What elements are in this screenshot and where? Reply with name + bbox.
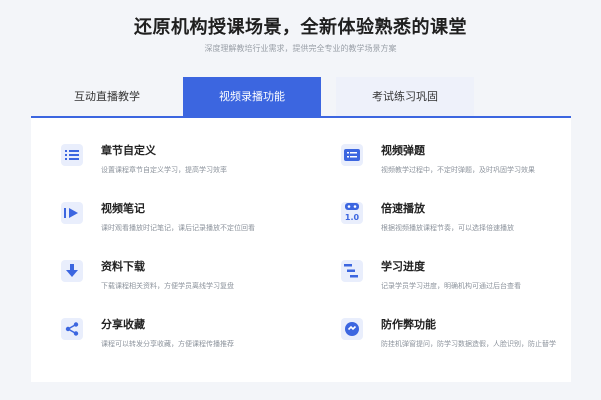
feature-title: 学习进度 xyxy=(381,260,425,273)
tab-live-teaching[interactable]: 互动直播教学 xyxy=(31,77,183,117)
feature-desc: 课时观看播放时记笔记，课后记录播放不定位回看 xyxy=(101,224,255,232)
feature-desc: 视频教学过程中，不定时弹题，及时巩固学习效果 xyxy=(381,166,535,174)
tab-exam-practice[interactable]: 考试练习巩固 xyxy=(336,77,474,117)
feature-desc: 记录学员学习进度，明确机构可通过后台查看 xyxy=(381,282,521,290)
feature-panel: 章节自定义 设置课程章节自定义学习，提高学习效率 视频弹题 视频教学过程中，不定… xyxy=(31,118,571,382)
feature-learning-progress: 学习进度 记录学员学习进度，明确机构可通过后台查看 xyxy=(341,256,581,306)
feature-title: 视频笔记 xyxy=(101,202,145,215)
feature-tabs: 互动直播教学 视频录播功能 考试练习巩固 xyxy=(31,77,571,117)
feature-desc: 根据视频播放课程节奏，可以选择倍速播放 xyxy=(381,224,514,232)
feature-video-notes: 视频笔记 课时观看播放时记笔记，课后记录播放不定位回看 xyxy=(61,198,301,248)
tab-video-recording[interactable]: 视频录播功能 xyxy=(183,77,321,117)
page-subtitle: 深度理解教培行业需求，提供完全专业的教学场景方案 xyxy=(204,44,397,53)
feature-title: 资料下载 xyxy=(101,260,145,273)
page-title: 还原机构授课场景，全新体验熟悉的课堂 xyxy=(134,17,467,38)
feature-desc: 设置课程章节自定义学习，提高学习效率 xyxy=(101,166,227,174)
speed-icon: 1.0 xyxy=(341,202,363,224)
download-icon xyxy=(61,260,83,282)
feature-video-popup-quiz: 视频弹题 视频教学过程中，不定时弹题，及时巩固学习效果 xyxy=(341,140,581,190)
active-tab-indicator xyxy=(250,112,260,117)
share-icon xyxy=(61,318,83,340)
feature-title: 视频弹题 xyxy=(381,144,425,157)
video-note-icon xyxy=(61,202,83,224)
feature-title: 防作弊功能 xyxy=(381,318,436,331)
feature-share-favorite: 分享收藏 课程可以转发分享收藏，方便课程传播推荐 xyxy=(61,314,301,364)
feature-desc: 下载课程相关资料，方便学员离线学习复盘 xyxy=(101,282,234,290)
list-icon xyxy=(61,144,83,166)
feature-title: 分享收藏 xyxy=(101,318,145,331)
feature-title: 章节自定义 xyxy=(101,144,156,157)
progress-icon xyxy=(341,260,363,282)
feature-chapter-custom: 章节自定义 设置课程章节自定义学习，提高学习效率 xyxy=(61,140,301,190)
speed-badge-text: 1.0 xyxy=(345,213,360,222)
feature-desc: 课程可以转发分享收藏，方便课程传播推荐 xyxy=(101,340,234,348)
danmaku-icon xyxy=(341,144,363,166)
feature-desc: 防挂机弹窗提问，防学习数据造假，人脸识别，防止替学 xyxy=(381,340,556,348)
feature-speed-playback: 1.0 倍速播放 根据视频播放课程节奏，可以选择倍速播放 xyxy=(341,198,581,248)
feature-anti-cheat: 防作弊功能 防挂机弹窗提问，防学习数据造假，人脸识别，防止替学 xyxy=(341,314,581,364)
feature-title: 倍速播放 xyxy=(381,202,425,215)
anti-cheat-icon xyxy=(341,318,363,340)
feature-material-download: 资料下载 下载课程相关资料，方便学员离线学习复盘 xyxy=(61,256,301,306)
